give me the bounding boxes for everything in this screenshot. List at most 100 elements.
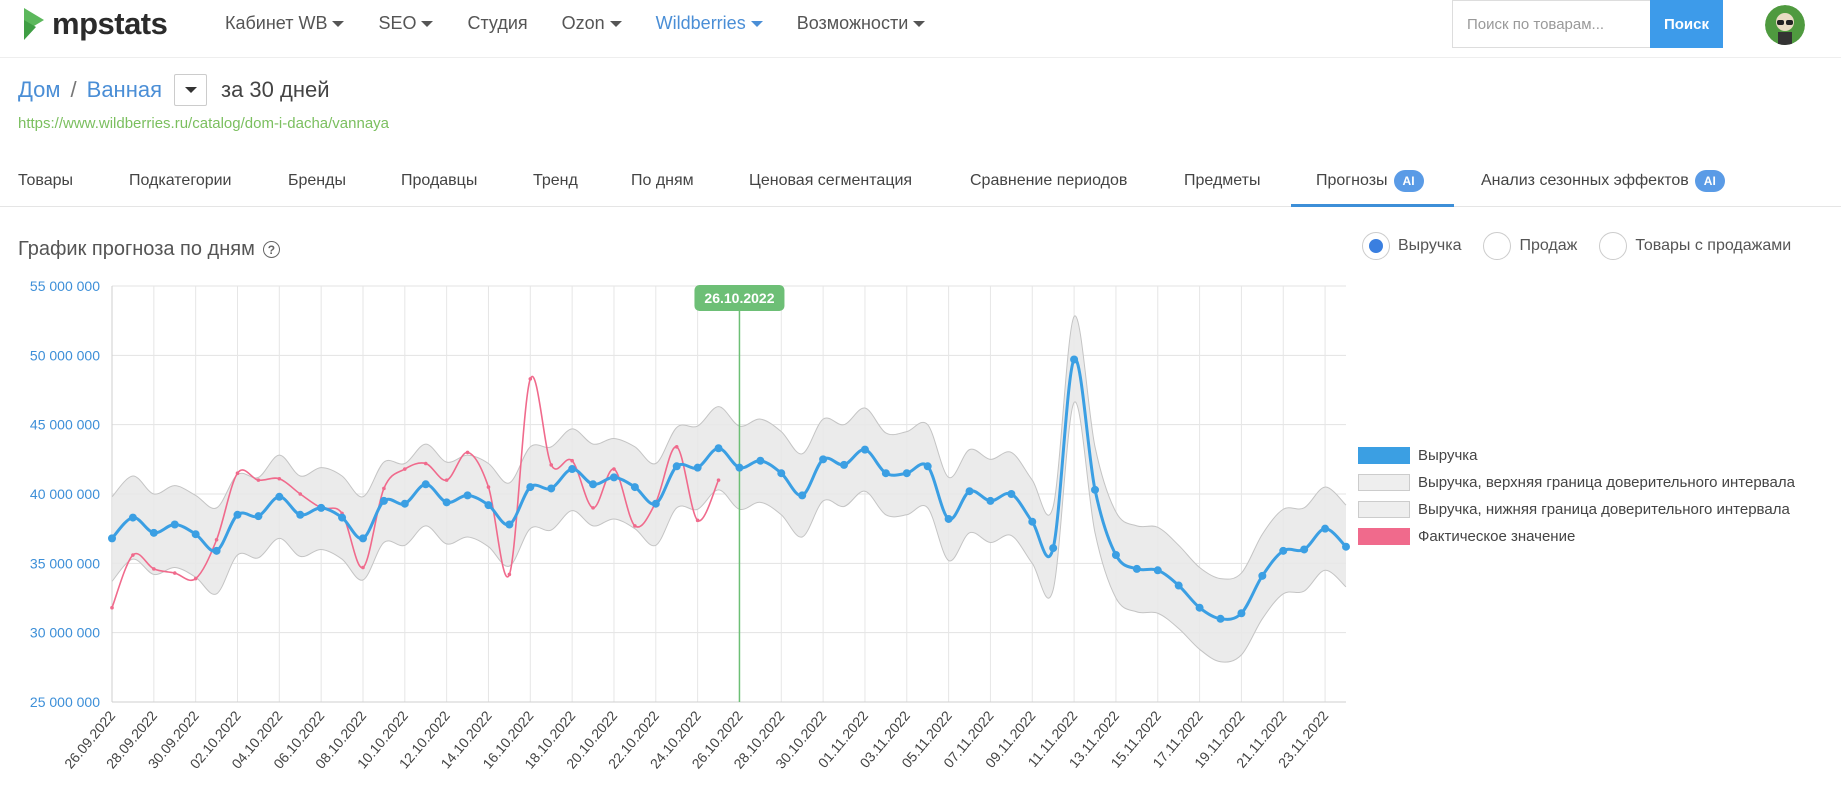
forecast-point [1342, 542, 1350, 551]
actual-point [633, 524, 637, 528]
active-tab-indicator [1291, 204, 1454, 207]
period-label: за 30 дней [221, 77, 330, 102]
forecast-point [1321, 524, 1330, 533]
avatar[interactable] [1765, 5, 1805, 45]
ai-badge: AI [1694, 170, 1725, 192]
forecast-point [1216, 614, 1225, 623]
forecast-point [735, 463, 744, 472]
tab-label: Анализ сезонных эффектов [1481, 172, 1689, 189]
forecast-point [421, 480, 430, 489]
forecast-point [505, 520, 514, 529]
forecast-point [170, 520, 179, 529]
forecast-point [212, 546, 221, 555]
legend-item-revenue[interactable]: Выручка [1358, 442, 1795, 469]
forecast-point [714, 444, 723, 453]
tab-by-days[interactable]: По дням [631, 169, 694, 193]
category-url[interactable]: https://www.wildberries.ru/catalog/dom-i… [18, 115, 389, 132]
tab-label: Бренды [288, 172, 346, 189]
forecast-point [840, 460, 849, 469]
tab-price-segmentation[interactable]: Ценовая сегментация [749, 169, 912, 193]
forecast-point [233, 510, 242, 519]
category-dropdown-button[interactable] [174, 74, 207, 106]
actual-point [423, 461, 428, 466]
radio-label: Выручка [1398, 237, 1462, 254]
legend-label: Выручка, верхняя граница доверительного … [1418, 474, 1795, 491]
forecast-point [442, 498, 451, 507]
tab-subjects[interactable]: Предметы [1184, 169, 1260, 193]
nav-item-seo[interactable]: SEO [378, 13, 434, 34]
forecast-point [296, 510, 305, 519]
tab-period-comparison[interactable]: Сравнение периодов [970, 169, 1127, 193]
forecast-point [526, 483, 535, 492]
actual-point [465, 450, 470, 455]
nav-item-cabinet-wb[interactable]: Кабинет WB [225, 13, 345, 34]
tab-forecasts[interactable]: Прогнозы AI [1316, 169, 1424, 193]
forecast-point [1237, 609, 1246, 618]
legend-item-lower-bound[interactable]: Выручка, нижняя граница доверительного и… [1358, 496, 1795, 523]
nav-item-ozon[interactable]: Ozon [562, 13, 622, 34]
forecast-point [379, 496, 388, 505]
nav-item-features[interactable]: Возможности [797, 13, 926, 34]
search-input[interactable] [1452, 0, 1650, 48]
nav-label: Wildberries [655, 13, 746, 33]
nav-item-wildberries[interactable]: Wildberries [656, 13, 763, 34]
actual-point [716, 478, 721, 482]
radio-sales[interactable]: Продаж [1483, 232, 1577, 260]
user-avatar-icon [1765, 5, 1805, 45]
ai-badge: AI [1393, 170, 1424, 192]
actual-point [382, 486, 386, 491]
logo-text: mpstats [52, 6, 168, 41]
actual-point [172, 571, 177, 575]
tab-label: Ценовая сегментация [749, 172, 913, 189]
tab-subcategories[interactable]: Подкатегории [129, 169, 231, 193]
forecast-point [777, 469, 786, 478]
metric-radio-group: Выручка Продаж Товары с продажами [1362, 232, 1813, 260]
radio-button[interactable] [1483, 232, 1512, 260]
actual-point [591, 506, 595, 510]
forecast-point [609, 473, 618, 482]
tab-brands[interactable]: Бренды [288, 169, 346, 193]
tab-sellers[interactable]: Продавцы [401, 169, 477, 193]
chevron-down-icon [609, 20, 622, 27]
radio-button[interactable] [1599, 232, 1628, 260]
breadcrumb-current[interactable]: Ванная [87, 77, 162, 103]
radio-products-with-sales[interactable]: Товары с продажами [1599, 232, 1791, 260]
actual-point [235, 471, 240, 475]
forecast-point [1300, 545, 1309, 554]
tab-trend[interactable]: Тренд [533, 169, 578, 193]
forecast-point [191, 530, 200, 539]
actual-point [298, 492, 303, 496]
logo-icon [24, 8, 44, 40]
legend-item-actual[interactable]: Фактическое значение [1358, 523, 1795, 550]
confidence-band [112, 315, 1346, 663]
actual-point [277, 476, 282, 481]
tab-products[interactable]: Товары [18, 169, 73, 193]
logo[interactable]: mpstats [22, 5, 168, 43]
forecast-point [860, 445, 869, 454]
forecast-point [1111, 551, 1120, 560]
forecast-point [568, 465, 577, 474]
tab-seasonal-analysis[interactable]: Анализ сезонных эффектов AI [1481, 169, 1725, 193]
forecast-point [902, 469, 911, 478]
forecast-point [358, 534, 367, 543]
forecast-point [1132, 564, 1141, 573]
legend-swatch [1358, 501, 1410, 518]
forecast-point [1049, 544, 1058, 553]
forecast-point [338, 513, 347, 522]
nav-item-studio[interactable]: Студия [467, 13, 527, 34]
y-tick-label: 25 000 000 [30, 694, 100, 710]
forecast-point [108, 534, 116, 543]
nav-label: Студия [467, 13, 528, 33]
tab-label: Прогнозы [1316, 172, 1388, 189]
top-navbar: mpstats Кабинет WB SEO Студия Ozon Wildb… [0, 0, 1841, 58]
forecast-point [923, 462, 932, 471]
forecast-point [254, 512, 263, 521]
nav-label: Кабинет WB [225, 13, 328, 33]
radio-revenue[interactable]: Выручка [1362, 232, 1461, 260]
breadcrumb-root[interactable]: Дом [18, 77, 61, 103]
help-icon[interactable]: ? [262, 241, 280, 258]
legend-item-upper-bound[interactable]: Выручка, верхняя граница доверительного … [1358, 469, 1795, 496]
actual-point [214, 537, 219, 542]
radio-button-checked[interactable] [1362, 232, 1390, 260]
search-button[interactable]: Поиск [1650, 0, 1723, 48]
